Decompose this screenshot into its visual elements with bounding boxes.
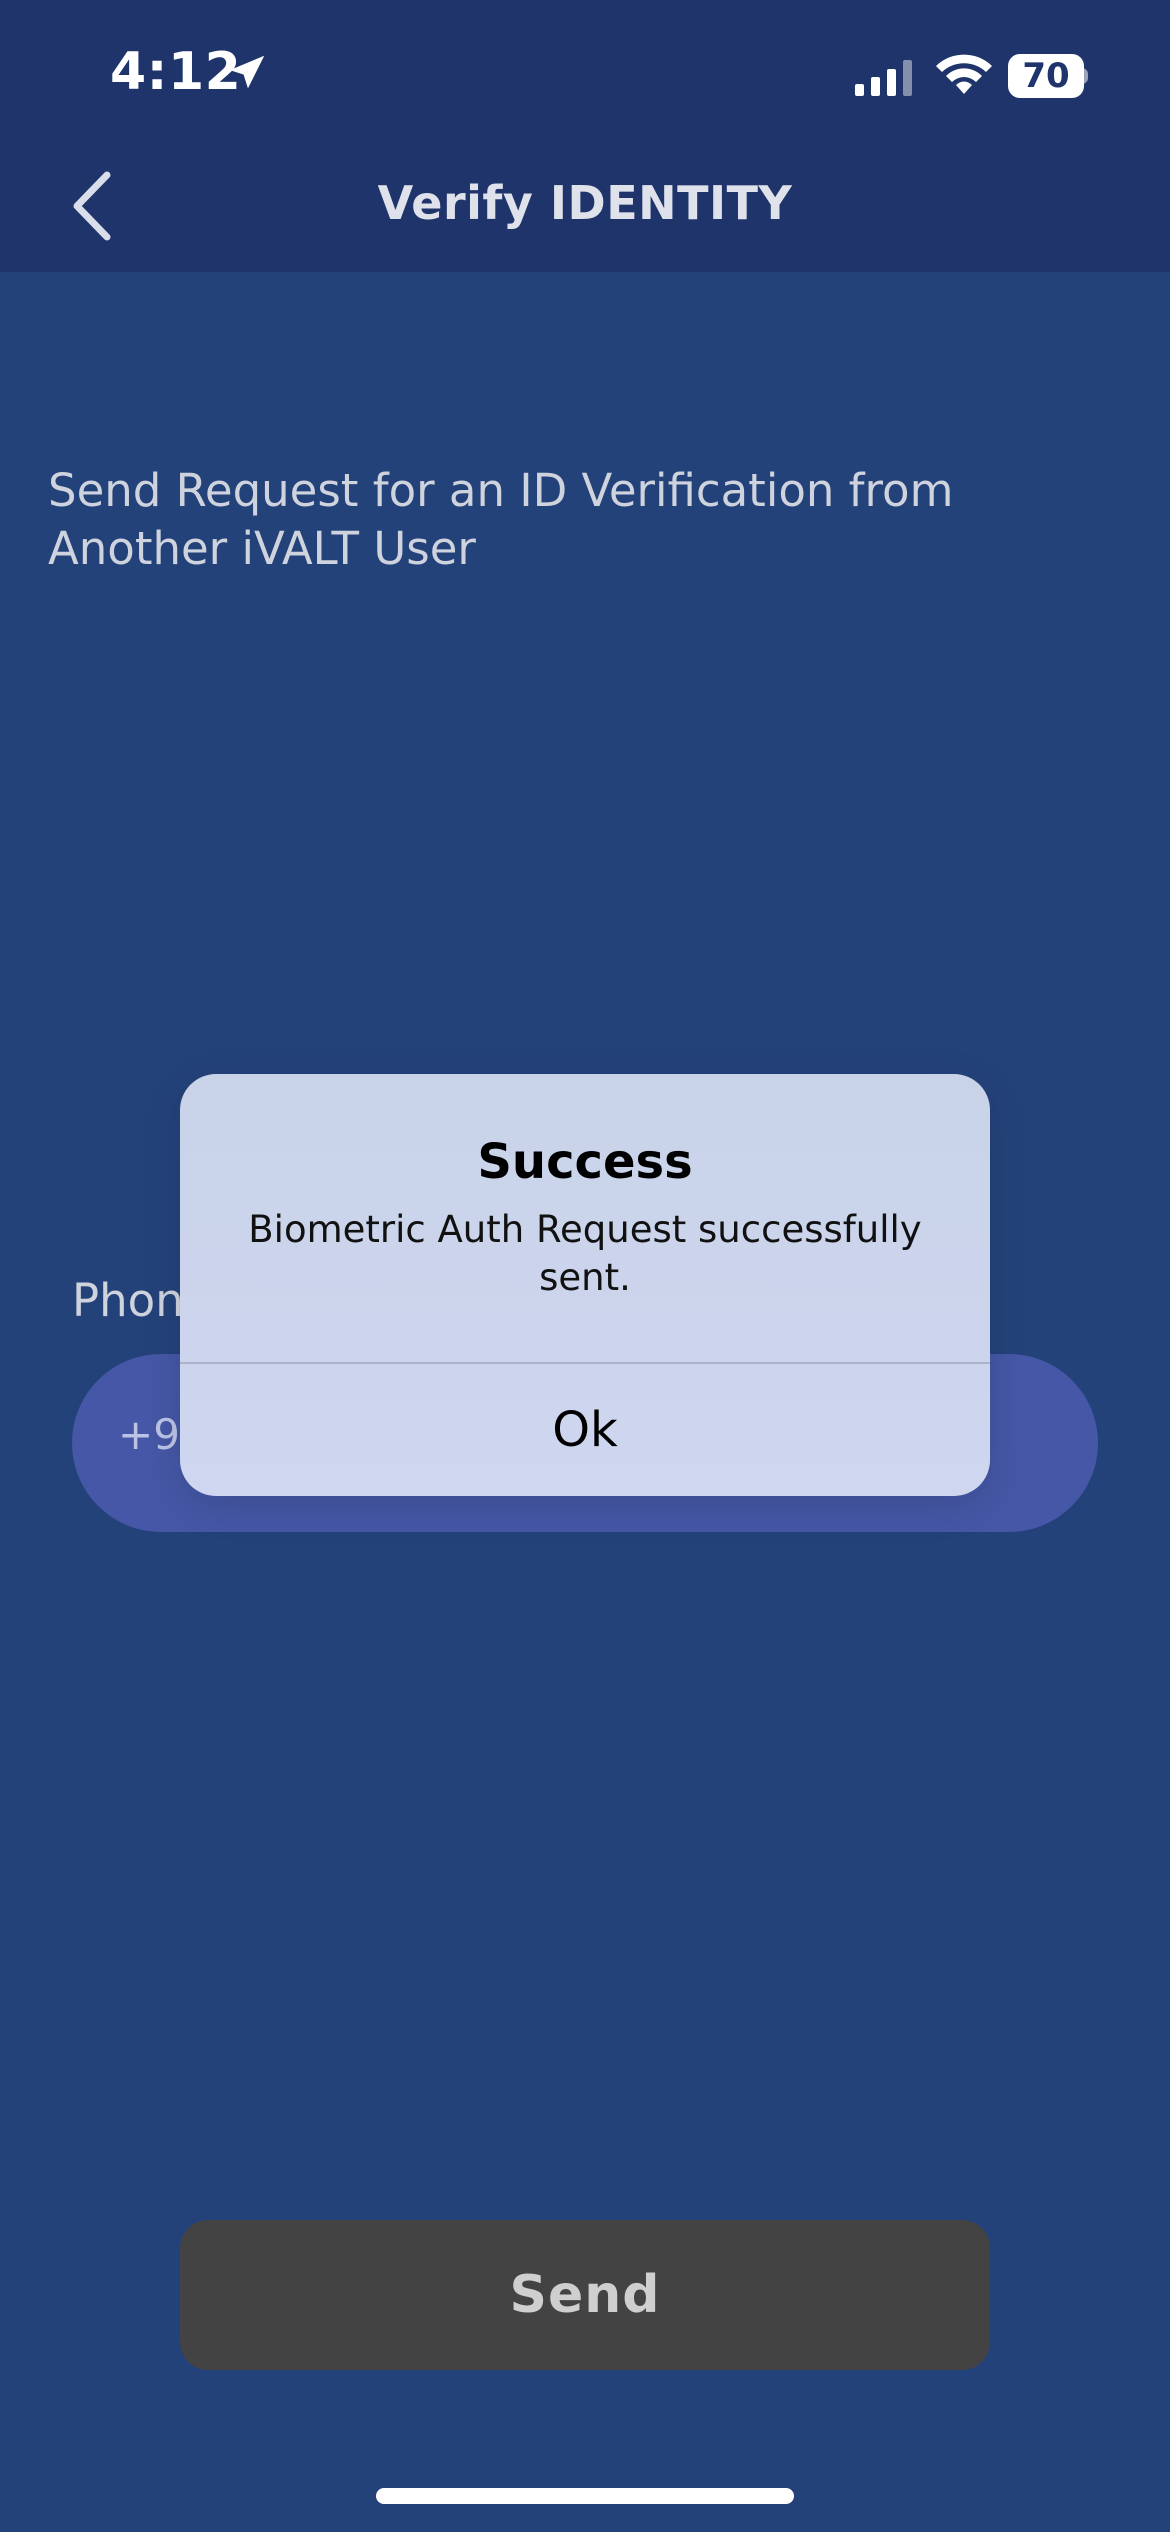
description-text: Send Request for an ID Verification from… <box>48 464 954 575</box>
battery-level: 70 <box>1008 54 1084 98</box>
status-time: 4:12 <box>110 42 242 102</box>
phone-number-label: Phon <box>72 1274 184 1327</box>
home-indicator[interactable] <box>376 2488 794 2504</box>
battery-icon: 70 <box>1008 54 1088 98</box>
location-arrow-icon <box>229 55 265 89</box>
wifi-icon <box>936 54 992 94</box>
ok-button[interactable]: Ok <box>180 1364 990 1496</box>
signal-bars-icon <box>855 60 912 96</box>
send-button[interactable]: Send <box>180 2220 990 2370</box>
battery-tip <box>1082 68 1088 84</box>
alert-title: Success <box>477 1134 693 1190</box>
page-title: Verify IDENTITY <box>377 176 793 230</box>
success-alert: Success Biometric Auth Request successfu… <box>180 1074 990 1496</box>
alert-message: Biometric Auth Request successfully sent… <box>248 1208 922 1299</box>
screen: 4:12 70 Verify IDENTITY Send Request for… <box>0 0 1170 2532</box>
top-bar: 4:12 70 Verify IDENTITY <box>0 0 1170 272</box>
